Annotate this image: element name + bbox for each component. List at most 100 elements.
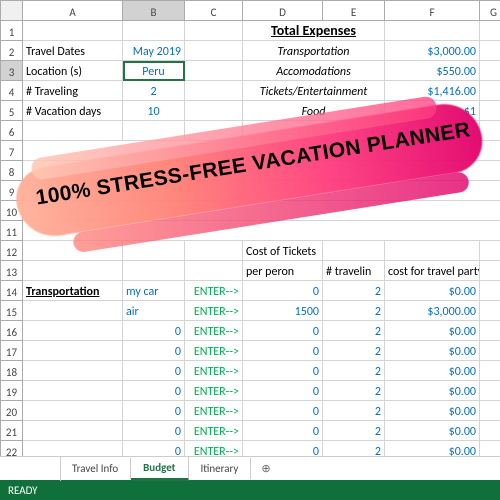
- row-header[interactable]: 18: [1, 361, 23, 381]
- enter-hint[interactable]: ENTER-->: [185, 441, 243, 457]
- cell[interactable]: [23, 21, 123, 41]
- cell[interactable]: [480, 101, 500, 121]
- cell[interactable]: [480, 421, 500, 441]
- enter-hint[interactable]: ENTER-->: [185, 301, 243, 321]
- transport-perperson[interactable]: 0: [243, 341, 323, 361]
- value-other-total[interactable]: [385, 121, 480, 141]
- row-header[interactable]: 11: [1, 221, 23, 241]
- enter-hint[interactable]: ENTER-->: [185, 401, 243, 421]
- cell[interactable]: [23, 301, 123, 321]
- transport-mode[interactable]: air: [123, 301, 185, 321]
- transport-num[interactable]: 2: [323, 441, 385, 457]
- cell[interactable]: [23, 141, 500, 161]
- transport-num[interactable]: 2: [323, 361, 385, 381]
- transport-cost[interactable]: $0.00: [385, 281, 480, 301]
- cell[interactable]: [480, 361, 500, 381]
- cell[interactable]: [480, 281, 500, 301]
- value-num-traveling[interactable]: 2: [123, 81, 185, 101]
- enter-hint[interactable]: ENTER-->: [185, 281, 243, 301]
- row-header[interactable]: 7: [1, 141, 23, 161]
- cell[interactable]: [480, 341, 500, 361]
- enter-hint[interactable]: ENTER-->: [185, 381, 243, 401]
- cell[interactable]: [185, 61, 243, 81]
- transport-mode[interactable]: 0: [123, 401, 185, 421]
- row-header[interactable]: 22: [1, 441, 23, 457]
- value-vac-days[interactable]: 10: [123, 101, 185, 121]
- col-header-G[interactable]: G: [480, 1, 500, 21]
- transport-num[interactable]: 2: [323, 301, 385, 321]
- transport-perperson[interactable]: 0: [243, 401, 323, 421]
- value-tickets-total[interactable]: $1,416.00: [385, 81, 480, 101]
- cell[interactable]: [23, 241, 123, 261]
- label-location[interactable]: Location (s): [23, 61, 123, 81]
- col-header-E[interactable]: E: [323, 1, 385, 21]
- transport-cost[interactable]: $0.00: [385, 381, 480, 401]
- tab-travel-info[interactable]: Travel Info: [60, 458, 131, 479]
- cell[interactable]: [23, 201, 500, 221]
- label-num-traveling[interactable]: # Traveling: [23, 81, 123, 101]
- header-num-traveling[interactable]: # travelin: [323, 261, 385, 281]
- row-header[interactable]: 20: [1, 401, 23, 421]
- value-travel-dates[interactable]: May 2019: [123, 41, 185, 61]
- transport-cost[interactable]: $0.00: [385, 321, 480, 341]
- cell[interactable]: [185, 121, 243, 141]
- row-header[interactable]: 2: [1, 41, 23, 61]
- cell[interactable]: [480, 21, 500, 41]
- transport-perperson[interactable]: 0: [243, 421, 323, 441]
- cell[interactable]: [185, 81, 243, 101]
- transport-num[interactable]: 2: [323, 341, 385, 361]
- cell[interactable]: [480, 401, 500, 421]
- row-header[interactable]: 5: [1, 101, 23, 121]
- cell[interactable]: [23, 341, 123, 361]
- cell[interactable]: [23, 321, 123, 341]
- cell[interactable]: [480, 381, 500, 401]
- transport-mode[interactable]: 0: [123, 341, 185, 361]
- cell[interactable]: [123, 261, 185, 281]
- transport-perperson[interactable]: 0: [243, 441, 323, 457]
- row-header[interactable]: 14: [1, 281, 23, 301]
- cell[interactable]: [185, 261, 243, 281]
- transport-cost[interactable]: $0.00: [385, 361, 480, 381]
- tab-budget[interactable]: Budget: [131, 457, 188, 481]
- transport-cost[interactable]: $3,000.00: [385, 301, 480, 321]
- cell[interactable]: [23, 441, 123, 457]
- cell[interactable]: [23, 221, 500, 241]
- transport-num[interactable]: 2: [323, 381, 385, 401]
- transport-mode[interactable]: 0: [123, 441, 185, 457]
- label-accomodations-total[interactable]: Accomodations: [243, 61, 385, 81]
- cell[interactable]: [480, 321, 500, 341]
- value-accomodations-total[interactable]: $550.00: [385, 61, 480, 81]
- col-header-F[interactable]: F: [385, 1, 480, 21]
- grid[interactable]: A B C D E F G 1 Total Expenses 2 Travel …: [0, 0, 500, 456]
- transport-mode[interactable]: my car: [123, 281, 185, 301]
- header-per-person[interactable]: per peron: [243, 261, 323, 281]
- cell[interactable]: [480, 301, 500, 321]
- cell[interactable]: [385, 21, 480, 41]
- cell[interactable]: [480, 61, 500, 81]
- enter-hint[interactable]: ENTER-->: [185, 321, 243, 341]
- label-travel-dates[interactable]: Travel Dates: [23, 41, 123, 61]
- transport-cost[interactable]: $0.00: [385, 401, 480, 421]
- cell[interactable]: [23, 161, 500, 181]
- value-food-total[interactable]: $1: [385, 101, 480, 121]
- label-transportation-total[interactable]: Transportation: [243, 41, 385, 61]
- col-header-A[interactable]: A: [23, 1, 123, 21]
- cell[interactable]: [23, 421, 123, 441]
- row-header[interactable]: 12: [1, 241, 23, 261]
- row-header[interactable]: 3: [1, 61, 23, 81]
- cell[interactable]: [185, 241, 243, 261]
- transport-mode[interactable]: 0: [123, 321, 185, 341]
- row-header[interactable]: 16: [1, 321, 23, 341]
- cell[interactable]: [23, 361, 123, 381]
- row-header[interactable]: 6: [1, 121, 23, 141]
- cell[interactable]: [123, 121, 185, 141]
- transport-mode[interactable]: 0: [123, 421, 185, 441]
- row-header[interactable]: 15: [1, 301, 23, 321]
- total-expenses-title[interactable]: Total Expenses: [243, 21, 385, 41]
- cell[interactable]: [480, 261, 500, 281]
- col-header-C[interactable]: C: [185, 1, 243, 21]
- transport-cost[interactable]: $0.00: [385, 441, 480, 457]
- row-header[interactable]: 4: [1, 81, 23, 101]
- label-tickets-total[interactable]: Tickets/Entertainment: [243, 81, 385, 101]
- row-header[interactable]: 10: [1, 201, 23, 221]
